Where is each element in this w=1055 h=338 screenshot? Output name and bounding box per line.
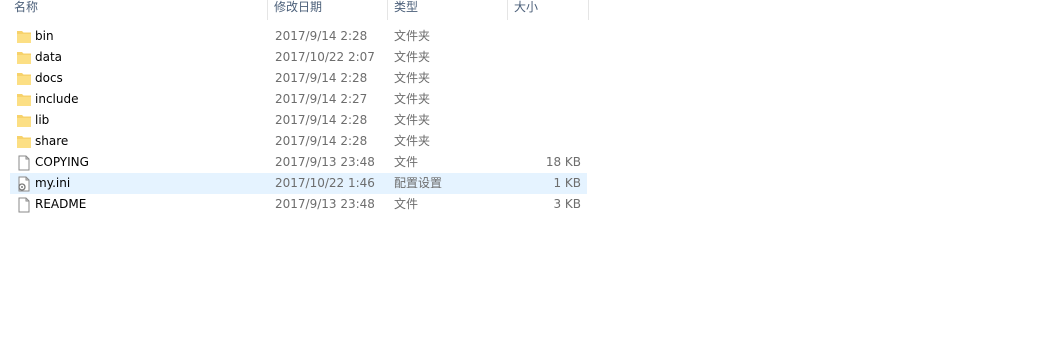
file-name: bin — [35, 29, 54, 43]
file-size — [510, 89, 581, 110]
folder-icon — [16, 113, 32, 129]
file-size — [510, 131, 581, 152]
file-date: 2017/9/14 2:28 — [275, 29, 368, 43]
file-name: docs — [35, 71, 63, 85]
file-icon — [16, 197, 32, 213]
file-name: my.ini — [35, 176, 71, 190]
column-header-date-modified[interactable]: 修改日期 — [268, 0, 388, 20]
file-list: bin 2017/9/14 2:28 文件夹 data 2017/10/22 2… — [10, 26, 587, 215]
column-header-name[interactable]: 名称 — [8, 0, 268, 20]
folder-icon — [16, 92, 32, 108]
file-date: 2017/9/14 2:28 — [275, 71, 368, 85]
file-row[interactable]: share 2017/9/14 2:28 文件夹 — [10, 131, 587, 152]
file-row[interactable]: docs 2017/9/14 2:28 文件夹 — [10, 68, 587, 89]
file-type: 文件 — [394, 197, 419, 211]
file-size — [510, 68, 581, 89]
file-row[interactable]: COPYING 2017/9/13 23:48 文件 18 KB — [10, 152, 587, 173]
folder-icon — [16, 134, 32, 150]
column-header-bar: 名称 修改日期 类型 大小 — [0, 0, 590, 20]
file-row[interactable]: data 2017/10/22 2:07 文件夹 — [10, 47, 587, 68]
file-type: 文件夹 — [394, 92, 431, 106]
file-type: 文件夹 — [394, 50, 431, 64]
file-size: 18 KB — [545, 155, 581, 169]
settings-file-icon — [16, 176, 32, 192]
file-date: 2017/9/13 23:48 — [275, 197, 375, 211]
file-date: 2017/9/13 23:48 — [275, 155, 375, 169]
file-date: 2017/9/14 2:28 — [275, 134, 368, 148]
file-name: data — [35, 50, 63, 64]
file-row[interactable]: bin 2017/9/14 2:28 文件夹 — [10, 26, 587, 47]
column-header-type[interactable]: 类型 — [388, 0, 508, 20]
file-name: COPYING — [35, 155, 89, 169]
file-type: 文件夹 — [394, 71, 431, 85]
folder-icon — [16, 50, 32, 66]
file-type: 文件 — [394, 155, 419, 169]
column-header-size[interactable]: 大小 — [508, 0, 589, 20]
file-row-selected[interactable]: my.ini 2017/10/22 1:46 配置设置 1 KB — [10, 173, 587, 194]
file-icon — [16, 155, 32, 171]
file-type: 配置设置 — [394, 176, 443, 190]
file-type: 文件夹 — [394, 29, 431, 43]
folder-icon — [16, 29, 32, 45]
file-size: 3 KB — [553, 197, 581, 211]
file-size: 1 KB — [553, 176, 581, 190]
folder-icon — [16, 71, 32, 87]
file-date: 2017/10/22 2:07 — [275, 50, 375, 64]
file-type: 文件夹 — [394, 113, 431, 127]
file-size — [510, 47, 581, 68]
file-name: lib — [35, 113, 50, 127]
file-size — [510, 110, 581, 131]
file-row[interactable]: include 2017/9/14 2:27 文件夹 — [10, 89, 587, 110]
file-explorer-details-view: 名称 修改日期 类型 大小 bin 2017/9/14 2:28 文件夹 dat… — [0, 0, 1055, 338]
file-row[interactable]: README 2017/9/13 23:48 文件 3 KB — [10, 194, 587, 215]
file-date: 2017/9/14 2:27 — [275, 92, 368, 106]
file-name: README — [35, 197, 87, 211]
file-date: 2017/9/14 2:28 — [275, 113, 368, 127]
file-date: 2017/10/22 1:46 — [275, 176, 375, 190]
file-size — [510, 26, 581, 47]
file-row[interactable]: lib 2017/9/14 2:28 文件夹 — [10, 110, 587, 131]
file-type: 文件夹 — [394, 134, 431, 148]
file-name: include — [35, 92, 79, 106]
file-name: share — [35, 134, 69, 148]
